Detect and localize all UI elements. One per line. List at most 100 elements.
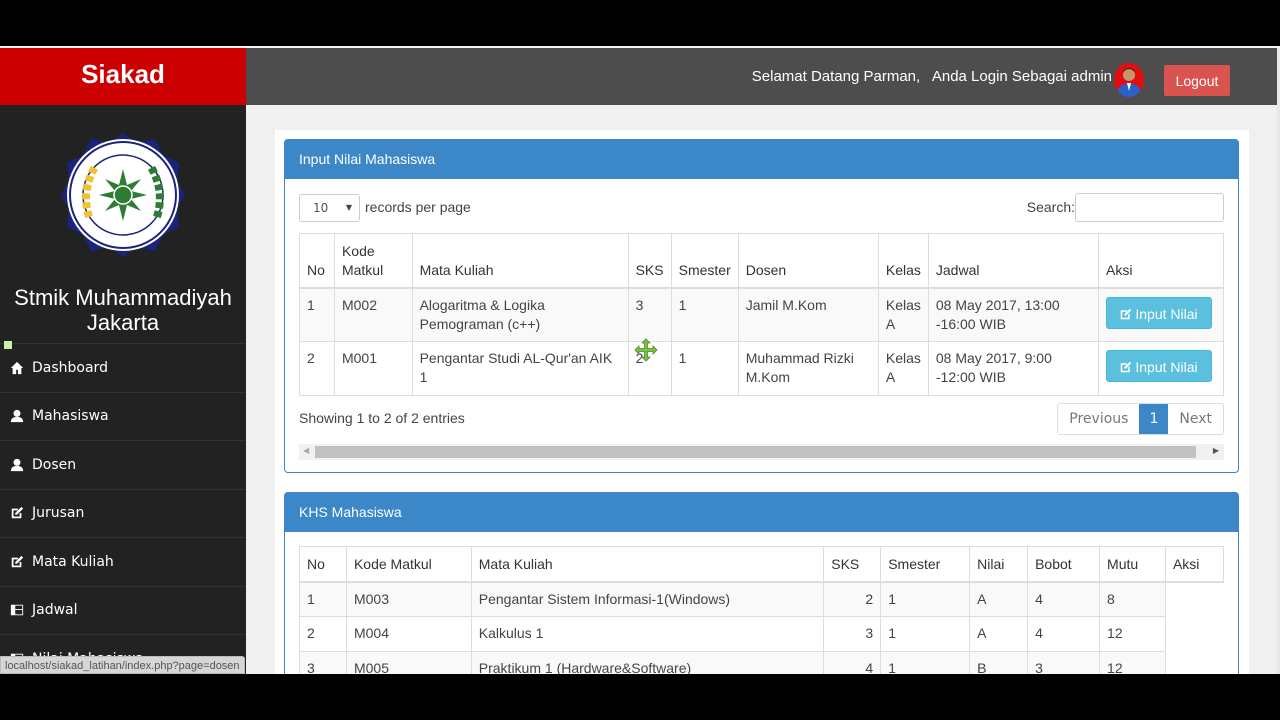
table-row: 2 M004 Kalkulus 1 3 1 A 4 12	[299, 616, 1224, 652]
col-header[interactable]: Kode Matkul	[333, 233, 413, 288]
edit-icon	[1121, 361, 1132, 373]
sidebar-item-jadwal[interactable]: Jadwal	[0, 587, 246, 635]
edit-icon	[10, 555, 24, 569]
col-header[interactable]: Dosen	[737, 233, 879, 288]
cell-aksi	[1165, 581, 1224, 617]
user-icon	[10, 458, 24, 472]
search-label: Search:	[1026, 199, 1075, 215]
chevron-down-icon: ▼	[345, 203, 352, 212]
col-header[interactable]: Smester	[670, 233, 739, 288]
col-header[interactable]: No	[299, 546, 347, 582]
content-area: Input Nilai Mahasiswa 10 ▼ records per p…	[275, 130, 1249, 674]
sidebar-item-dosen[interactable]: Dosen	[0, 441, 246, 490]
cell-bobot: 4	[1027, 581, 1101, 617]
cell-matkul: Pengantar Sistem Informasi-1(Windows)	[470, 581, 825, 617]
table-footer: Showing 1 to 2 of 2 entries Previous 1 N…	[299, 396, 1224, 444]
records-per-page-label: records per page	[365, 199, 471, 215]
previous-button[interactable]: Previous	[1058, 404, 1139, 434]
table-row: 3 M005 Praktikum 1 (Hardware&Software) 4…	[299, 651, 1224, 674]
cell-aksi: Input Nilai	[1098, 287, 1224, 342]
records-per-page-select[interactable]: 10 ▼	[299, 194, 360, 222]
sidebar-item-label: Jurusan	[32, 505, 85, 522]
input-nilai-button[interactable]: Input Nilai	[1106, 350, 1212, 382]
scrollbar-thumb[interactable]	[315, 446, 1196, 458]
col-header[interactable]: Mutu	[1099, 546, 1166, 582]
sidebar-item-dashboard[interactable]: Dashboard	[0, 344, 246, 393]
cell-aksi: Input Nilai	[1098, 341, 1224, 396]
sidebar-item-mahasiswa[interactable]: Mahasiswa	[0, 393, 246, 441]
brand-title[interactable]: Siakad	[0, 48, 246, 105]
scroll-right-icon[interactable]: ▶	[1213, 446, 1219, 455]
col-header[interactable]: Smester	[880, 546, 971, 582]
indicator-square	[4, 341, 12, 349]
cell-smester: 1	[670, 287, 739, 342]
col-header[interactable]: Mata Kuliah	[411, 233, 629, 288]
cell-matkul: Kalkulus 1	[470, 616, 825, 652]
cell-mutu: 12	[1099, 616, 1166, 652]
col-header[interactable]: SKS	[823, 546, 882, 582]
scroll-left-icon[interactable]: ◀	[303, 446, 309, 455]
edit-icon	[1121, 308, 1132, 319]
welcome-text: Selamat Datang Parman, Anda Login Sebaga…	[751, 68, 1112, 85]
input-nilai-table: No Kode Matkul Mata Kuliah SKS Smester D…	[299, 233, 1224, 396]
sidebar-item-jurusan[interactable]: Jurusan	[0, 490, 246, 538]
col-header[interactable]: Aksi	[1098, 233, 1224, 288]
col-header[interactable]: Mata Kuliah	[470, 546, 825, 582]
cell-dosen: Muhammad Rizki M.Kom	[737, 341, 879, 396]
col-header[interactable]: Kelas	[877, 233, 929, 288]
col-header[interactable]: SKS	[627, 233, 672, 288]
cell-sks: 2	[823, 581, 882, 617]
cell-jadwal: 08 May 2017, 13:00 -16:00 WIB	[927, 287, 1100, 342]
logout-button[interactable]: Logout	[1164, 65, 1230, 96]
sidebar: Siakad Stmik Muhammadiyah Jakarta Dashbo…	[0, 48, 246, 674]
sidebar-item-mata-kuliah[interactable]: Mata Kuliah	[0, 538, 246, 587]
cell-no: 1	[299, 287, 335, 342]
table-row: 2 M001 Pengantar Studi AL-Qur'an AIK 1 2…	[299, 341, 1224, 396]
cell-matkul: Praktikum 1 (Hardware&Software)	[470, 651, 825, 674]
sidebar-item-label: Mahasiswa	[32, 408, 109, 425]
col-header[interactable]: Bobot	[1027, 546, 1101, 582]
search-input[interactable]	[1075, 193, 1224, 222]
avatar[interactable]	[1114, 63, 1144, 97]
panel-title: KHS Mahasiswa	[285, 493, 1238, 532]
edit-icon	[10, 506, 24, 520]
cell-no: 1	[299, 581, 347, 617]
input-nilai-button[interactable]: Input Nilai	[1106, 296, 1212, 329]
khs-panel: KHS Mahasiswa No Kode Matkul Mata Kuliah…	[284, 492, 1239, 674]
top-header: Selamat Datang Parman, Anda Login Sebaga…	[246, 48, 1280, 105]
cell-smester: 1	[880, 651, 971, 674]
cell-kelas: Kelas A	[877, 341, 929, 396]
logo-area	[0, 105, 246, 285]
cell-no: 2	[299, 616, 347, 652]
records-per-page-value: 10	[313, 201, 329, 215]
sidebar-item-label: Dashboard	[32, 359, 108, 376]
col-header[interactable]: Jadwal	[927, 233, 1100, 288]
cell-matkul: Pengantar Studi AL-Qur'an AIK 1	[411, 341, 629, 396]
table-header-row: No Kode Matkul Mata Kuliah SKS Smester N…	[299, 546, 1225, 582]
col-header[interactable]: No	[299, 233, 335, 288]
sidebar-divider	[0, 341, 246, 349]
cell-sks: 3	[823, 616, 882, 652]
cell-mutu: 8	[1099, 581, 1166, 617]
browser-viewport: Siakad Stmik Muhammadiyah Jakarta Dashbo…	[0, 48, 1280, 674]
next-button[interactable]: Next	[1168, 404, 1223, 434]
cell-kode: M004	[345, 616, 472, 652]
cell-aksi	[1165, 616, 1224, 652]
col-header[interactable]: Nilai	[969, 546, 1029, 582]
cell-smester: 1	[880, 581, 971, 617]
cell-bobot: 3	[1027, 651, 1101, 674]
table-horizontal-scrollbar[interactable]: ◀ ▶	[299, 444, 1224, 460]
table-row: 1 M003 Pengantar Sistem Informasi-1(Wind…	[299, 581, 1224, 617]
panel-title: Input Nilai Mahasiswa	[285, 140, 1238, 179]
letterbox-bottom	[0, 674, 1280, 720]
col-header[interactable]: Kode Matkul	[345, 546, 472, 582]
page-1-button[interactable]: 1	[1139, 404, 1169, 434]
cell-dosen: Jamil M.Kom	[737, 287, 879, 342]
col-header[interactable]: Aksi	[1164, 546, 1225, 582]
cell-nilai: B	[969, 651, 1029, 674]
pagination: Previous 1 Next	[1057, 403, 1224, 435]
input-nilai-label: Input Nilai	[1135, 305, 1198, 322]
cell-no: 3	[299, 651, 347, 674]
cell-kode: M003	[345, 581, 472, 617]
table-header-row: No Kode Matkul Mata Kuliah SKS Smester D…	[299, 233, 1224, 288]
